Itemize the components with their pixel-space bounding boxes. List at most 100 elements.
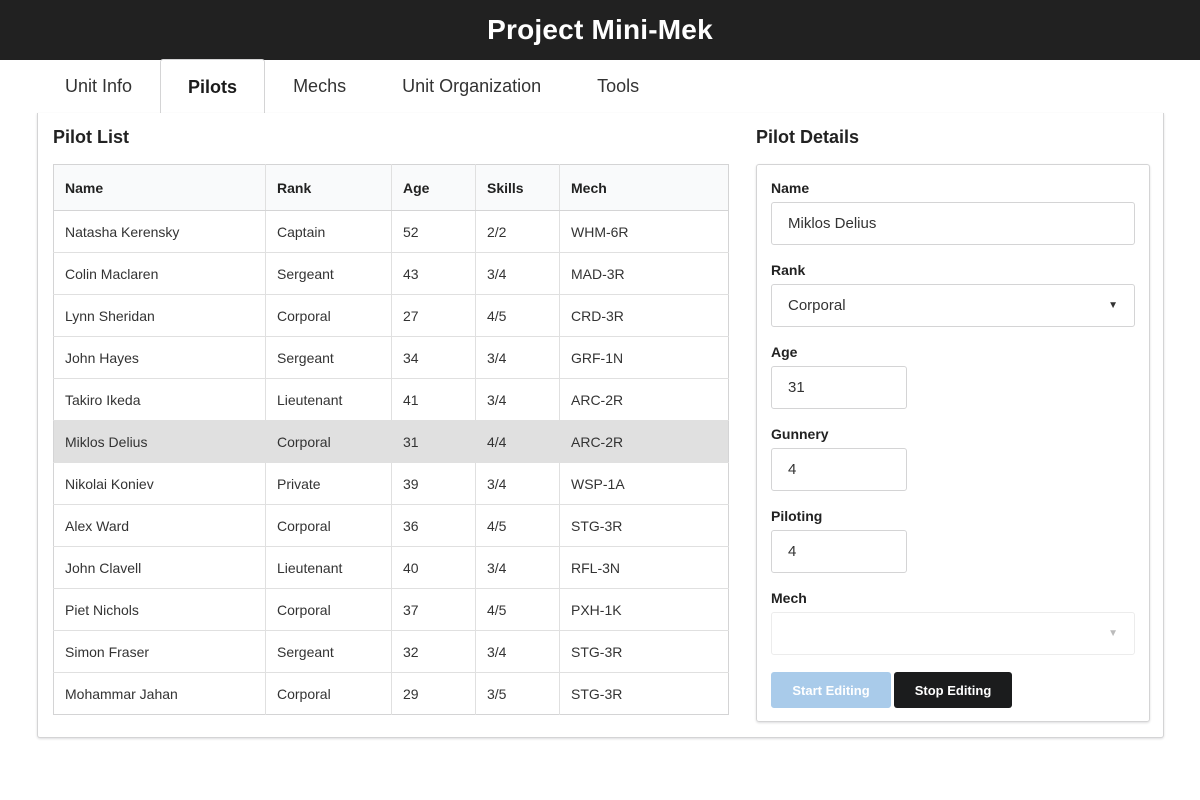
cell-skills: 3/4 bbox=[475, 378, 560, 421]
cell-mech: CRD-3R bbox=[559, 294, 729, 337]
cell-age: 41 bbox=[391, 378, 476, 421]
tab-tools[interactable]: Tools bbox=[569, 59, 667, 113]
rank-label: Rank bbox=[771, 262, 806, 278]
cell-name: John Hayes bbox=[53, 336, 266, 379]
cell-mech: WSP-1A bbox=[559, 462, 729, 505]
cell-skills: 3/4 bbox=[475, 336, 560, 379]
age-label: Age bbox=[771, 344, 798, 360]
cell-mech: WHM-6R bbox=[559, 210, 729, 253]
cell-name: Miklos Delius bbox=[53, 420, 266, 463]
cell-rank: Lieutenant bbox=[265, 546, 392, 589]
cell-age: 29 bbox=[391, 672, 476, 715]
cell-skills: 3/4 bbox=[475, 462, 560, 505]
cell-age: 37 bbox=[391, 588, 476, 631]
gunnery-label: Gunnery bbox=[771, 426, 829, 442]
cell-rank: Lieutenant bbox=[265, 378, 392, 421]
cell-rank: Corporal bbox=[265, 294, 392, 337]
table-row[interactable]: Lynn Sheridan Corporal 27 4/5 CRD-3R bbox=[53, 294, 729, 337]
cell-age: 36 bbox=[391, 504, 476, 547]
cell-age: 32 bbox=[391, 630, 476, 673]
cell-skills: 3/4 bbox=[475, 546, 560, 589]
piloting-label: Piloting bbox=[771, 508, 823, 524]
cell-mech: ARC-2R bbox=[559, 420, 729, 463]
cell-mech: STG-3R bbox=[571, 685, 623, 702]
table-row[interactable]: Mohammar Jahan Corporal 29 3/5 STG-3R bbox=[53, 672, 729, 715]
cell-rank: Private bbox=[265, 462, 392, 505]
cell-age: 43 bbox=[391, 252, 476, 295]
cell-name: Piet Nichols bbox=[53, 588, 266, 631]
cell-name: Lynn Sheridan bbox=[53, 294, 266, 337]
cell-mech: MAD-3R bbox=[559, 252, 729, 295]
cell-skills: 4/5 bbox=[475, 294, 560, 337]
column-header-rank[interactable]: Rank bbox=[265, 164, 392, 211]
table-row[interactable]: Piet Nichols Corporal 37 4/5 PXH-1K bbox=[53, 588, 729, 631]
cell-age: 52 bbox=[391, 210, 476, 253]
gunnery-input[interactable]: 4 bbox=[771, 448, 907, 491]
cell-age: 39 bbox=[391, 462, 476, 505]
cell-age: 27 bbox=[391, 294, 476, 337]
cell-skills: 4/5 bbox=[475, 588, 560, 631]
cell-mech: PXH-1K bbox=[559, 588, 729, 631]
table-header-row: Name Rank Age Skills Mech bbox=[53, 164, 729, 211]
pilot-list-title: Pilot List bbox=[53, 127, 129, 147]
name-label: Name bbox=[771, 180, 810, 196]
cell-rank: Sergeant bbox=[265, 336, 392, 379]
cell-name: Takiro Ikeda bbox=[53, 378, 266, 421]
cell-skills: 4/5 bbox=[475, 504, 560, 547]
cell-mech: STG-3R bbox=[559, 504, 729, 547]
cell-name: John Clavell bbox=[53, 546, 266, 589]
rank-select-value: Corporal bbox=[788, 297, 846, 314]
pilot-details-title: Pilot Details bbox=[756, 127, 860, 147]
table-row[interactable]: John Hayes Sergeant 34 3/4 GRF-1N bbox=[53, 336, 729, 379]
column-header-skills[interactable]: Skills bbox=[475, 164, 560, 211]
tab-bar: Unit Info Pilots Mechs Unit Organization… bbox=[37, 59, 1163, 114]
table-row[interactable]: Simon Fraser Sergeant 32 3/4 STG-3R bbox=[53, 630, 729, 673]
rank-select[interactable]: Corporal ▼ bbox=[771, 284, 1135, 327]
start-editing-button[interactable]: Start Editing bbox=[771, 672, 891, 708]
table-row[interactable]: Alex Ward Corporal 36 4/5 STG-3R bbox=[53, 504, 729, 547]
table-row[interactable]: Nikolai Koniev Private 39 3/4 WSP-1A bbox=[53, 462, 729, 505]
tab-unit-organization[interactable]: Unit Organization bbox=[374, 59, 569, 113]
name-input[interactable]: Miklos Delius bbox=[771, 202, 1135, 245]
table-row[interactable]: Colin Maclaren Sergeant 43 3/4 MAD-3R bbox=[53, 252, 729, 295]
pilot-table: Name Rank Age Skills Mech Natasha Kerens… bbox=[53, 164, 729, 715]
cell-age: 31 bbox=[391, 420, 476, 463]
mech-label: Mech bbox=[771, 590, 807, 606]
cell-skills: 2/2 bbox=[475, 210, 560, 253]
cell-mech: RFL-3N bbox=[559, 546, 729, 589]
tab-mechs[interactable]: Mechs bbox=[265, 59, 374, 113]
cell-name: Natasha Kerensky bbox=[53, 210, 266, 253]
cell-skills: 3/5 bbox=[475, 672, 560, 715]
column-header-age[interactable]: Age bbox=[391, 164, 476, 211]
cell-rank: Corporal bbox=[265, 420, 392, 463]
cell-rank: Captain bbox=[265, 210, 392, 253]
cell-rank: Sergeant bbox=[265, 630, 392, 673]
cell-age: 34 bbox=[391, 336, 476, 379]
cell-age: 40 bbox=[391, 546, 476, 589]
piloting-input[interactable]: 4 bbox=[771, 530, 907, 573]
app-header: Project Mini-Mek bbox=[0, 0, 1200, 60]
cell-rank: Corporal bbox=[265, 672, 392, 715]
cell-name: Simon Fraser bbox=[53, 630, 266, 673]
cell-name: Nikolai Koniev bbox=[53, 462, 266, 505]
cell-mech: GRF-1N bbox=[559, 336, 729, 379]
stop-editing-button[interactable]: Stop Editing bbox=[894, 672, 1012, 708]
dropdown-caret-icon: ▼ bbox=[1108, 300, 1118, 311]
cell-skills: 3/4 bbox=[475, 630, 560, 673]
table-row[interactable]: Natasha Kerensky Captain 52 2/2 WHM-6R bbox=[53, 210, 729, 253]
pilots-tab-panel: Pilot List Name Rank Age Skills Mech Nat… bbox=[37, 113, 1164, 738]
cell-skills: 4/4 bbox=[475, 420, 560, 463]
table-row[interactable]: John Clavell Lieutenant 40 3/4 RFL-3N bbox=[53, 546, 729, 589]
cell-rank: Corporal bbox=[265, 588, 392, 631]
table-row[interactable]: Miklos Delius Corporal 31 4/4 ARC-2R bbox=[53, 420, 729, 463]
column-header-mech[interactable]: Mech bbox=[559, 164, 729, 211]
mech-select[interactable]: ▼ bbox=[771, 612, 1135, 655]
cell-mech: ARC-2R bbox=[559, 378, 729, 421]
app-title: Project Mini-Mek bbox=[487, 14, 713, 45]
column-header-name[interactable]: Name bbox=[53, 164, 266, 211]
age-input[interactable]: 31 bbox=[771, 366, 907, 409]
tab-pilots[interactable]: Pilots bbox=[160, 59, 266, 114]
table-row[interactable]: Takiro Ikeda Lieutenant 41 3/4 ARC-2R bbox=[53, 378, 729, 421]
pilot-details-form: Name Miklos Delius Rank Corporal ▼ Age 3… bbox=[756, 164, 1150, 722]
tab-unit-info[interactable]: Unit Info bbox=[37, 59, 160, 113]
